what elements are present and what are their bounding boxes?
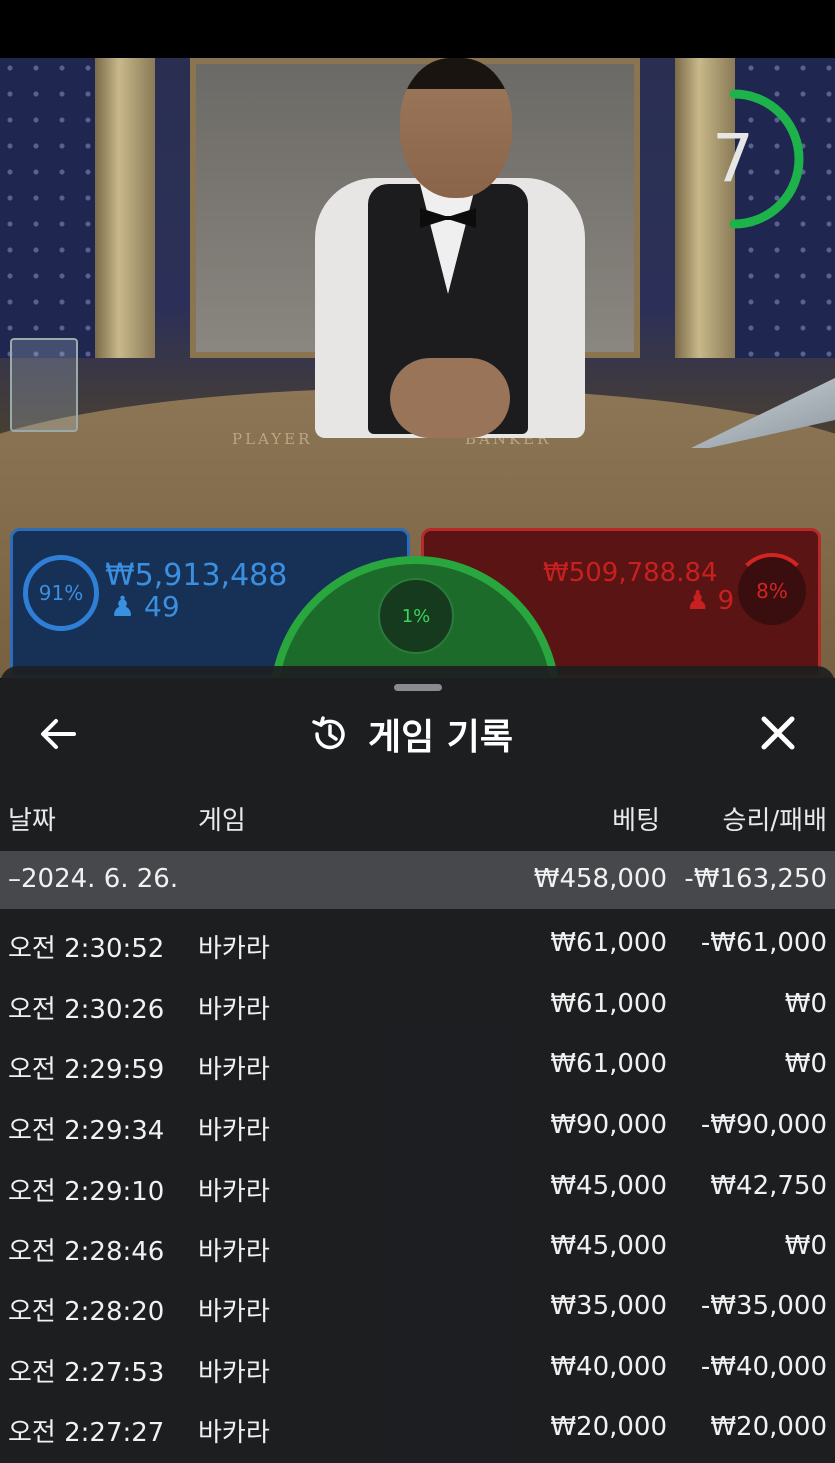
arrow-left-icon xyxy=(41,719,76,749)
row-game: 바카라 xyxy=(198,1055,270,1085)
player-percent-ring: 91% xyxy=(23,555,99,631)
player-total-amount: ₩5,913,488 xyxy=(105,558,288,593)
column-header-date[interactable]: 날짜 xyxy=(8,800,56,837)
date-summary-row[interactable]: –2024. 6. 26. ₩458,000 -₩163,250 xyxy=(0,851,835,909)
history-row[interactable]: 오전 2:29:59 바카라 ₩61,000 ₩0 xyxy=(0,1035,835,1095)
column-header-result[interactable]: 승리/패배 xyxy=(723,800,827,837)
tufted-wall-left xyxy=(0,58,100,358)
drag-handle[interactable] xyxy=(394,684,442,691)
user-icon: ♟ xyxy=(110,590,136,623)
summary-result: -₩163,250 xyxy=(684,864,827,894)
player-count-value: 49 xyxy=(144,590,180,623)
card-shuffler xyxy=(10,338,78,432)
row-bet: ₩45,000 xyxy=(550,1231,667,1261)
history-row[interactable]: 오전 2:27:27 바카라 ₩20,000 ₩20,000 xyxy=(0,1398,835,1458)
row-result: ₩0 xyxy=(784,1049,827,1079)
history-row[interactable]: 오전 2:30:26 바카라 ₩61,000 ₩0 xyxy=(0,975,835,1035)
history-row[interactable]: 오전 2:28:46 바카라 ₩45,000 ₩0 xyxy=(0,1217,835,1277)
row-game: 바카라 xyxy=(198,1418,270,1448)
column-header-game[interactable]: 게임 xyxy=(198,800,246,837)
summary-bet: ₩458,000 xyxy=(533,864,667,894)
sheet-title-area: 게임 기록 xyxy=(310,706,513,762)
history-row[interactable]: 오전 2:27:53 바카라 ₩40,000 -₩40,000 xyxy=(0,1338,835,1398)
row-time: 오전 2:30:52 xyxy=(8,934,165,964)
history-row[interactable]: 오전 2:29:10 바카라 ₩45,000 ₩42,750 xyxy=(0,1157,835,1217)
tie-percent: 1% xyxy=(401,605,431,627)
row-result: -₩61,000 xyxy=(700,928,827,958)
row-time: 오전 2:28:20 xyxy=(8,1297,165,1327)
row-game: 바카라 xyxy=(198,1358,270,1388)
felt-player-label: PLAYER xyxy=(232,430,313,448)
back-button[interactable] xyxy=(30,712,86,756)
history-row[interactable]: 오전 2:28:20 바카라 ₩35,000 -₩35,000 xyxy=(0,1277,835,1337)
row-time: 오전 2:30:26 xyxy=(8,995,165,1025)
row-result: -₩40,000 xyxy=(700,1352,827,1382)
row-bet: ₩45,000 xyxy=(550,1171,667,1201)
user-icon: ♟ xyxy=(686,586,710,616)
row-time: 오전 2:28:46 xyxy=(8,1237,165,1267)
banker-count: ♟ 9 xyxy=(686,586,734,616)
row-game: 바카라 xyxy=(198,1297,270,1327)
row-time: 오전 2:27:27 xyxy=(8,1418,165,1448)
row-result: ₩0 xyxy=(784,989,827,1019)
countdown-timer: 7 xyxy=(712,120,754,197)
row-time: 오전 2:27:53 xyxy=(8,1358,165,1388)
dealer-hands xyxy=(390,358,510,438)
row-bet: ₩61,000 xyxy=(550,989,667,1019)
row-result: ₩20,000 xyxy=(710,1412,827,1442)
row-game: 바카라 xyxy=(198,1116,270,1146)
banker-percent-ring: 8% xyxy=(734,553,810,629)
column-header-bet[interactable]: 베팅 xyxy=(612,800,660,837)
close-icon xyxy=(761,716,795,750)
row-result: ₩0 xyxy=(784,1231,827,1261)
status-bar xyxy=(0,0,835,58)
row-time: 오전 2:29:59 xyxy=(8,1055,165,1085)
sheet-title: 게임 기록 xyxy=(368,717,514,758)
row-bet: ₩20,000 xyxy=(550,1412,667,1442)
close-button[interactable] xyxy=(752,710,804,756)
row-time: 오전 2:29:34 xyxy=(8,1116,165,1146)
row-bet: ₩61,000 xyxy=(550,1049,667,1079)
row-game: 바카라 xyxy=(198,995,270,1025)
summary-date: –2024. 6. 26. xyxy=(8,864,179,894)
row-bet: ₩35,000 xyxy=(550,1291,667,1321)
player-count: ♟ 49 xyxy=(110,590,180,623)
row-bet: ₩90,000 xyxy=(550,1110,667,1140)
history-row[interactable]: 오전 2:30:52 바카라 ₩61,000 -₩61,000 xyxy=(0,914,835,974)
pillar-left xyxy=(95,58,155,358)
row-result: -₩90,000 xyxy=(700,1110,827,1140)
row-time: 오전 2:29:10 xyxy=(8,1177,165,1207)
player-percent: 91% xyxy=(38,581,84,605)
history-row[interactable]: 오전 2:29:34 바카라 ₩90,000 -₩90,000 xyxy=(0,1096,835,1156)
dealer-head xyxy=(400,58,512,198)
row-bet: ₩40,000 xyxy=(550,1352,667,1382)
tie-percent-ring: 1% xyxy=(378,578,454,654)
banker-count-value: 9 xyxy=(717,586,735,616)
banker-total-amount: ₩509,788.84 xyxy=(543,558,718,588)
row-bet: ₩61,000 xyxy=(550,928,667,958)
history-icon xyxy=(312,716,345,750)
row-game: 바카라 xyxy=(198,1237,270,1267)
banker-percent: 8% xyxy=(756,579,788,603)
row-game: 바카라 xyxy=(198,1177,270,1207)
row-result: -₩35,000 xyxy=(700,1291,827,1321)
row-game: 바카라 xyxy=(198,934,270,964)
row-result: ₩42,750 xyxy=(710,1171,827,1201)
